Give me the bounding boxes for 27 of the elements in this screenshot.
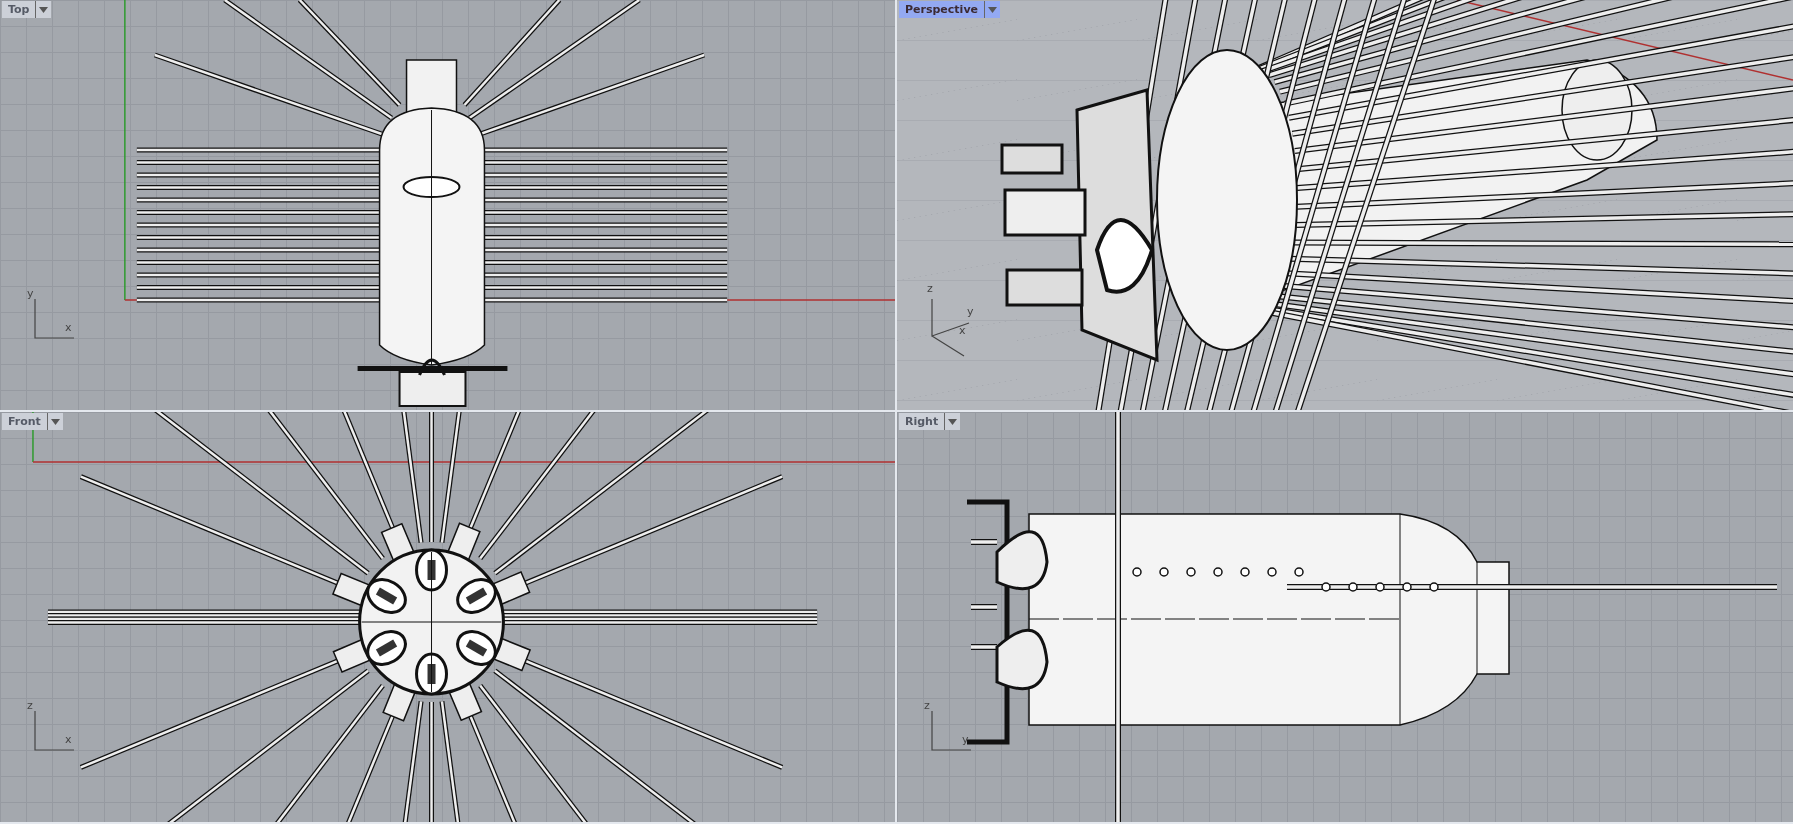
axis-label: x xyxy=(65,734,72,745)
caret-icon xyxy=(948,418,958,425)
axis-label: y xyxy=(967,306,974,317)
viewport-title[interactable]: Top xyxy=(2,1,36,18)
viewport-title[interactable]: Right xyxy=(899,413,945,430)
viewport[interactable]: Perspective z y x xyxy=(897,0,1793,410)
axis-label: x xyxy=(959,325,966,336)
axis-icon xyxy=(931,710,972,751)
viewport-title[interactable]: Perspective xyxy=(899,1,984,18)
caret-icon xyxy=(50,418,60,425)
axis-label: y xyxy=(962,734,969,745)
viewport[interactable]: Right z y xyxy=(897,412,1793,822)
viewport-menu-button[interactable] xyxy=(984,1,1000,18)
caret-icon xyxy=(988,6,997,13)
axis-label: y xyxy=(27,288,34,299)
caret-icon xyxy=(39,6,49,13)
viewport[interactable]: Front z x xyxy=(0,412,895,822)
axis-icon xyxy=(34,710,75,751)
axis-label: z xyxy=(924,700,930,711)
axis-label: z xyxy=(927,283,933,294)
viewport-title[interactable]: Front xyxy=(2,413,47,430)
viewport-menu-button[interactable] xyxy=(35,1,52,18)
axis-label: x xyxy=(65,322,72,333)
axis-label: z xyxy=(27,700,33,711)
axis-icon xyxy=(34,298,75,339)
viewport-menu-button[interactable] xyxy=(944,413,961,430)
viewport[interactable]: Top y x xyxy=(0,0,895,410)
